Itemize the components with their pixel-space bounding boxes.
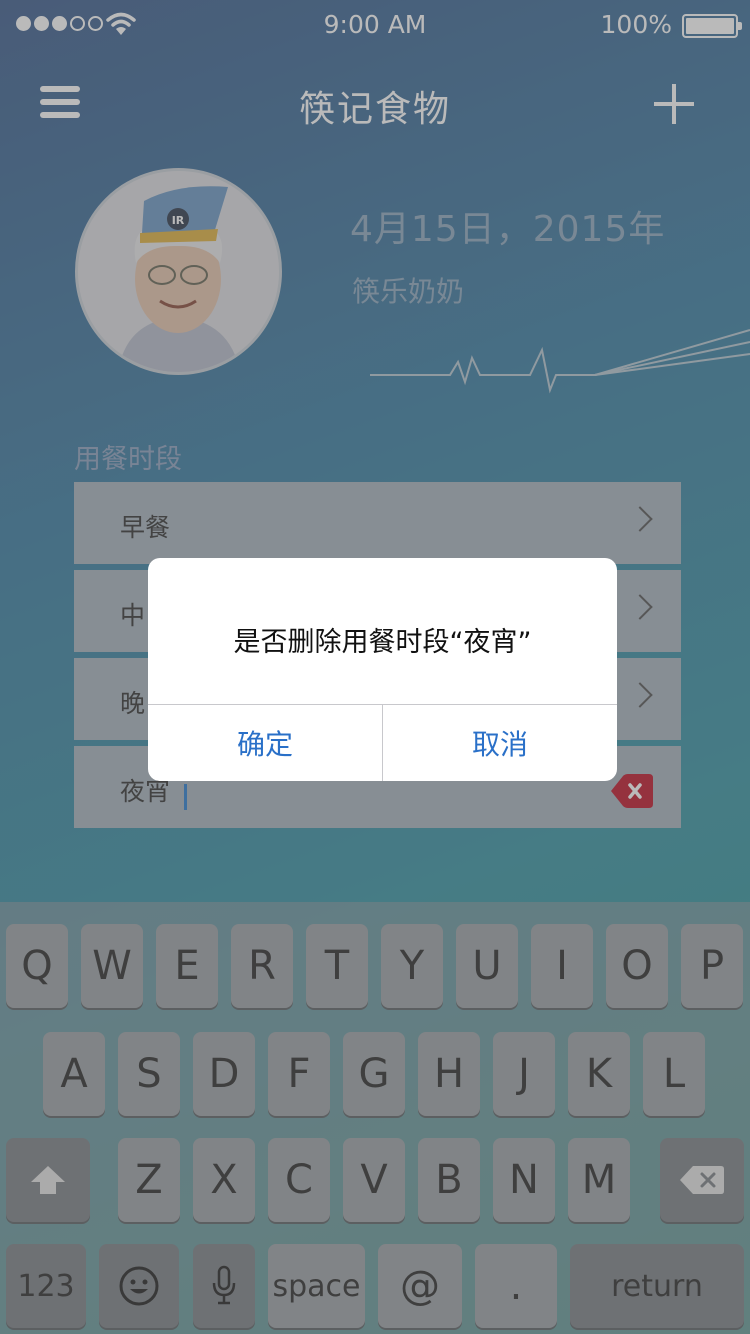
dialog-message: 是否删除用餐时段“夜宵” bbox=[233, 627, 532, 658]
confirm-dialog: 是否删除用餐时段“夜宵” 确定 取消 bbox=[148, 558, 617, 781]
confirm-button[interactable]: 确定 bbox=[148, 705, 382, 781]
cancel-button[interactable]: 取消 bbox=[383, 705, 617, 781]
